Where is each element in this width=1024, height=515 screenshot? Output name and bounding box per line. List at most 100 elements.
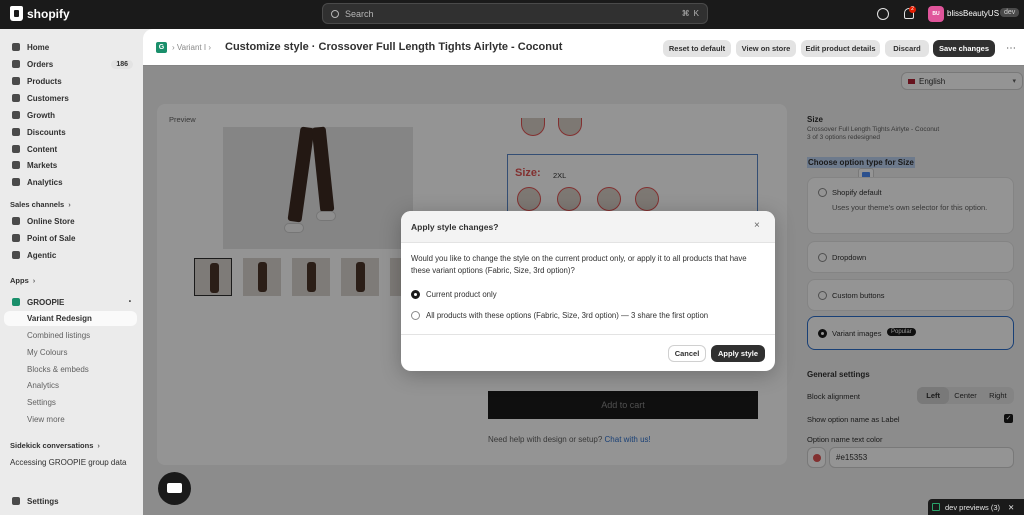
person-icon (12, 94, 20, 102)
all-products-label[interactable]: All products with these options (Fabric,… (426, 311, 708, 320)
brand-name: shopify (27, 6, 70, 21)
sidebar-item-markets[interactable]: Markets (4, 157, 137, 173)
sidebar: Home Orders 186 Products Customers Growth… (0, 29, 143, 515)
sidebar-item-label: Agentic (27, 250, 57, 260)
more-actions-icon[interactable]: ⋯ (1006, 43, 1017, 54)
section-label: Apps (10, 276, 29, 285)
sidebar-item-app-analytics[interactable]: Analytics (4, 378, 137, 393)
close-icon[interactable]: ✕ (1008, 503, 1014, 512)
content-icon (12, 145, 20, 153)
sidebar-item-app-settings[interactable]: Settings (4, 395, 137, 410)
sidebar-item-agentic[interactable]: Agentic (4, 247, 137, 263)
sidebar-item-blocks-embeds[interactable]: Blocks & embeds (4, 362, 137, 377)
dialog-title: Apply style changes? (411, 222, 499, 232)
sidebar-item-label: Customers (27, 93, 69, 103)
store-name[interactable]: blissBeautyUS (947, 9, 999, 18)
sidebar-item-my-colours[interactable]: My Colours (4, 345, 137, 360)
notification-count: 2 (909, 6, 916, 13)
page-title: Customize style · Crossover Full Length … (225, 41, 563, 53)
sidebar-item-growth[interactable]: Growth (4, 107, 137, 123)
store-icon (12, 217, 20, 225)
app-header: G › Variant I › Customize style · Crosso… (143, 29, 1024, 66)
groopie-app-icon (12, 298, 20, 306)
discount-icon (12, 128, 20, 136)
save-changes-button[interactable]: Save changes (933, 40, 995, 57)
sidebar-item-label: GROOPIE (27, 297, 65, 307)
sidebar-item-groopie[interactable]: GROOPIE • (4, 294, 137, 310)
sidekick-icon[interactable] (877, 8, 889, 20)
sidebar-item-discounts[interactable]: Discounts (4, 124, 137, 140)
home-icon (12, 43, 20, 51)
search-icon (331, 9, 339, 18)
view-on-store-button[interactable]: View on store (736, 40, 796, 57)
cancel-button[interactable]: Cancel (668, 345, 706, 362)
sidebar-item-pos[interactable]: Point of Sale (4, 230, 137, 246)
pos-icon (12, 234, 20, 242)
dev-preview-icon (932, 503, 940, 511)
sidebar-item-customers[interactable]: Customers (4, 90, 137, 106)
dialog-body-text: Would you like to change the style on th… (411, 254, 747, 275)
chart-icon (12, 178, 20, 186)
sidebar-item-label: Products (27, 76, 62, 86)
sidekick-conversation[interactable]: Accessing GROOPIE group data (10, 458, 127, 467)
sidebar-item-variant-redesign[interactable]: Variant Redesign (4, 311, 137, 326)
current-product-label[interactable]: Current product only (426, 290, 497, 299)
sidebar-item-label: Variant Redesign (27, 314, 92, 323)
groopie-app-icon: G (156, 42, 167, 53)
close-icon[interactable]: × (754, 220, 760, 231)
sidebar-item-label: Analytics (27, 381, 60, 390)
sidebar-item-view-more[interactable]: View more (4, 412, 137, 427)
sidebar-item-online-store[interactable]: Online Store (4, 213, 137, 229)
sidebar-item-label: Markets (27, 160, 58, 170)
sidebar-item-label: Combined listings (27, 331, 91, 340)
search-placeholder: Search (345, 8, 374, 19)
sidebar-item-label: Content (27, 144, 58, 154)
sales-channels-heading[interactable]: Sales channels › (10, 200, 71, 209)
sidebar-item-orders[interactable]: Orders 186 (4, 56, 137, 72)
apps-heading[interactable]: Apps › (10, 276, 35, 285)
radio-current-product[interactable] (411, 290, 420, 299)
radio-all-products[interactable] (411, 311, 420, 320)
chevron-right-icon: › (68, 200, 71, 209)
chat-bubble-icon[interactable] (158, 472, 191, 505)
sidebar-item-home[interactable]: Home (4, 39, 137, 55)
dialog-footer: Cancel Apply style (401, 334, 775, 371)
shortcut-key-k: K (693, 9, 699, 18)
chevron-right-icon: › (97, 441, 100, 450)
shopify-bag-icon (10, 6, 23, 21)
sidebar-item-label: Online Store (27, 216, 75, 226)
gear-icon (12, 497, 20, 505)
sidebar-item-settings[interactable]: Settings (4, 493, 137, 509)
apply-style-dialog: Apply style changes? × Would you like to… (401, 211, 775, 371)
sidebar-item-label: Point of Sale (27, 233, 76, 243)
sidebar-item-analytics[interactable]: Analytics (4, 174, 137, 190)
dev-badge: dev (1000, 8, 1020, 17)
pin-dot-icon[interactable]: • (129, 299, 131, 305)
search-shortcut: ⌘ K (682, 9, 699, 18)
sidebar-item-label: Analytics (27, 177, 63, 187)
sidebar-item-label: My Colours (27, 348, 68, 357)
edit-product-details-button[interactable]: Edit product details (801, 40, 880, 57)
dev-previews-bar[interactable]: dev previews (3) ✕ (928, 499, 1024, 515)
apply-style-button[interactable]: Apply style (711, 345, 765, 362)
discard-button[interactable]: Discard (885, 40, 929, 57)
sidebar-item-label: Discounts (27, 127, 66, 137)
avatar[interactable]: BU (928, 6, 944, 22)
section-label: Sidekick conversations (10, 441, 94, 450)
orders-icon (12, 60, 20, 68)
sidebar-item-label: Blocks & embeds (27, 365, 89, 374)
growth-icon (12, 111, 20, 119)
sidebar-item-content[interactable]: Content (4, 141, 137, 157)
sidebar-item-label: View more (27, 415, 65, 424)
reset-to-default-button[interactable]: Reset to default (663, 40, 731, 57)
sidekick-heading[interactable]: Sidekick conversations › (10, 441, 100, 450)
sidebar-item-label: Growth (27, 110, 55, 120)
section-label: Sales channels (10, 200, 65, 209)
search-input[interactable]: Search ⌘ K (322, 3, 708, 24)
chevron-right-icon: › (32, 276, 36, 285)
breadcrumb[interactable]: › Variant I › (172, 43, 211, 52)
top-bar: shopify Search ⌘ K 2 BU blissBeautyUS de… (0, 0, 1024, 29)
shopify-logo[interactable]: shopify (10, 6, 70, 21)
sidebar-item-combined-listings[interactable]: Combined listings (4, 328, 137, 343)
sidebar-item-products[interactable]: Products (4, 73, 137, 89)
